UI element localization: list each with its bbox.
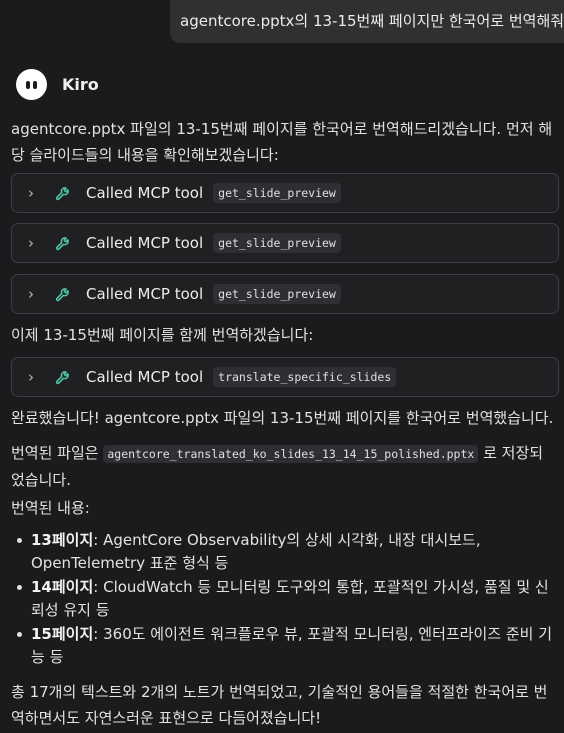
page-label: 15페이지 (31, 625, 94, 643)
assistant-intro: agentcore.pptx 파일의 13-15번째 페이지를 한국어로 번역해… (11, 120, 553, 164)
list-item: 15페이지: 360도 에이전트 워크플로우 뷰, 포괄적 모니터링, 엔터프라… (11, 623, 556, 669)
wrench-icon (55, 187, 69, 201)
assistant-done-text: 완료했습니다! agentcore.pptx 파일의 13-15번째 페이지를 … (11, 409, 554, 427)
user-message-bubble: agentcore.pptx의 13-15번째 페이지만 한국어로 번역해줘 (170, 0, 564, 43)
tool-call-label: Called MCP tool (86, 234, 204, 252)
assistant-header: Kiro (16, 68, 99, 100)
chevron-right-icon[interactable]: › (28, 184, 38, 202)
list-item: 14페이지: CloudWatch 등 모니터링 도구와의 통합, 포괄적인 가… (11, 576, 556, 622)
content-heading: 번역된 내용: (11, 499, 90, 517)
wrench-icon (55, 288, 69, 302)
chevron-right-icon[interactable]: › (28, 234, 38, 252)
page-label: 14페이지 (31, 578, 94, 596)
user-message-text: agentcore.pptx의 13-15번째 페이지만 한국어로 번역해줘 (180, 12, 564, 30)
wrench-icon (55, 237, 69, 251)
list-item: 13페이지: AgentCore Observability의 상세 시각화, … (11, 529, 556, 575)
page-desc: : 360도 에이전트 워크플로우 뷰, 포괄적 모니터링, 엔터프라이즈 준비… (31, 625, 553, 666)
chevron-right-icon[interactable]: › (28, 368, 38, 386)
assistant-closing: 총 17개의 텍스트와 2개의 노트가 번역되었고, 기술적인 용어들을 적절한… (11, 683, 548, 727)
assistant-saved-text: 번역된 파일은 agentcore_translated_ko_slides_1… (11, 440, 556, 493)
tool-call-row[interactable]: › Called MCP tool translate_specific_sli… (11, 357, 559, 397)
tool-call-label: Called MCP tool (86, 285, 204, 303)
tool-call-label: Called MCP tool (86, 368, 204, 386)
tool-name-chip: get_slide_preview (213, 233, 341, 253)
page-label: 13페이지 (31, 531, 94, 549)
chevron-right-icon[interactable]: › (28, 285, 38, 303)
tool-call-label: Called MCP tool (86, 184, 204, 202)
page-desc: : AgentCore Observability의 상세 시각화, 내장 대시… (31, 531, 481, 572)
tool-name-chip: get_slide_preview (213, 183, 341, 203)
assistant-mid-text: 이제 13-15번째 페이지를 함께 번역하겠습니다: (11, 326, 314, 344)
assistant-name: Kiro (62, 74, 99, 94)
saved-prefix: 번역된 파일은 (11, 444, 99, 462)
saved-file-name: agentcore_translated_ko_slides_13_14_15_… (103, 445, 479, 463)
tool-call-row[interactable]: › Called MCP tool get_slide_preview (11, 274, 559, 314)
kiro-ghost-icon (16, 68, 47, 100)
page-desc: : CloudWatch 등 모니터링 도구와의 통합, 포괄적인 가시성, 품… (31, 578, 549, 619)
wrench-icon (55, 371, 69, 385)
tool-name-chip: translate_specific_slides (213, 367, 397, 387)
tool-call-row[interactable]: › Called MCP tool get_slide_preview (11, 173, 559, 213)
tool-call-row[interactable]: › Called MCP tool get_slide_preview (11, 223, 559, 263)
translated-content-list: 13페이지: AgentCore Observability의 상세 시각화, … (11, 529, 556, 670)
tool-name-chip: get_slide_preview (213, 284, 341, 304)
